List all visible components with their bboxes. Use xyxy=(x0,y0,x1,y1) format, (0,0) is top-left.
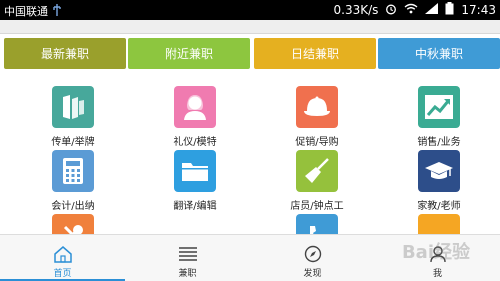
battery-icon xyxy=(445,2,454,18)
category-more[interactable] xyxy=(378,214,498,235)
broom-icon xyxy=(296,150,338,192)
status-bar: 中国联通 0.33K/s 17:43 xyxy=(0,0,500,20)
category-tabs: 最新兼职 附近兼职 日结兼职 中秋兼职 xyxy=(4,38,500,70)
category-label: 家教/老师 xyxy=(417,201,461,212)
tab-latest-label: 最新兼职 xyxy=(40,47,89,61)
category-label: 会计/出纳 xyxy=(51,201,95,212)
usb-icon xyxy=(52,3,62,19)
tab-mid-autumn[interactable]: 中秋兼职 xyxy=(378,38,500,69)
tab-mid-autumn-label: 中秋兼职 xyxy=(414,47,463,61)
header-bar xyxy=(0,20,500,34)
category-tutor[interactable]: 家教/老师 xyxy=(378,150,498,216)
nav-discover[interactable]: 发现 xyxy=(250,235,375,281)
category-technician[interactable] xyxy=(12,214,132,235)
home-icon xyxy=(52,243,74,265)
category-promotion[interactable]: 促销/导购 xyxy=(256,86,376,152)
network-speed: 0.33K/s xyxy=(333,3,379,17)
category-label: 礼仪/模特 xyxy=(173,137,217,148)
category-label: 传单/举牌 xyxy=(51,137,95,148)
category-label: 店员/钟点工 xyxy=(290,201,344,212)
job-category-grid: 传单/举牌 礼仪/模特 促销/导购 销售/业务 会计/出纳 翻译/编辑 店员/钟… xyxy=(0,80,500,235)
tab-daily-pay[interactable]: 日结兼职 xyxy=(254,38,376,69)
tab-nearby[interactable]: 附近兼职 xyxy=(128,38,250,69)
category-sales[interactable]: 销售/业务 xyxy=(378,86,498,152)
wifi-icon xyxy=(404,3,418,17)
nav-discover-label: 发现 xyxy=(303,269,322,279)
phone-icon xyxy=(296,214,338,235)
tools-icon xyxy=(52,214,94,235)
tab-nearby-label: 附近兼职 xyxy=(164,47,213,61)
list-icon xyxy=(177,243,199,265)
nav-home[interactable]: 首页 xyxy=(0,235,125,281)
carrier-label: 中国联通 xyxy=(4,5,48,18)
category-label: 促销/导购 xyxy=(295,137,339,148)
flyer-icon xyxy=(52,86,94,128)
nav-jobs[interactable]: 兼职 xyxy=(125,235,250,281)
nav-me-label: 我 xyxy=(432,269,442,279)
compass-icon xyxy=(302,243,324,265)
clock: 17:43 xyxy=(461,3,496,17)
watermark: Bai经验 xyxy=(401,242,470,263)
chart-up-icon xyxy=(418,86,460,128)
category-flyer[interactable]: 传单/举牌 xyxy=(12,86,132,152)
category-translation[interactable]: 翻译/编辑 xyxy=(134,150,254,216)
nav-home-label: 首页 xyxy=(53,269,72,279)
graduation-icon xyxy=(418,150,460,192)
alarm-icon xyxy=(385,3,397,18)
category-accounting[interactable]: 会计/出纳 xyxy=(12,150,132,216)
category-etiquette-model[interactable]: 礼仪/模特 xyxy=(134,86,254,152)
person-icon xyxy=(174,86,216,128)
folder-icon xyxy=(174,150,216,192)
category-label: 翻译/编辑 xyxy=(173,201,217,212)
category-label: 销售/业务 xyxy=(417,137,461,148)
cap-icon xyxy=(296,86,338,128)
category-customer-service[interactable] xyxy=(256,214,376,235)
nav-jobs-label: 兼职 xyxy=(178,269,197,279)
signal-icon xyxy=(425,3,439,17)
tab-daily-pay-label: 日结兼职 xyxy=(290,47,339,61)
category-more-icon xyxy=(418,214,460,235)
category-clerk-hourly[interactable]: 店员/钟点工 xyxy=(256,150,376,216)
calculator-icon xyxy=(52,150,94,192)
tab-latest[interactable]: 最新兼职 xyxy=(4,38,126,69)
